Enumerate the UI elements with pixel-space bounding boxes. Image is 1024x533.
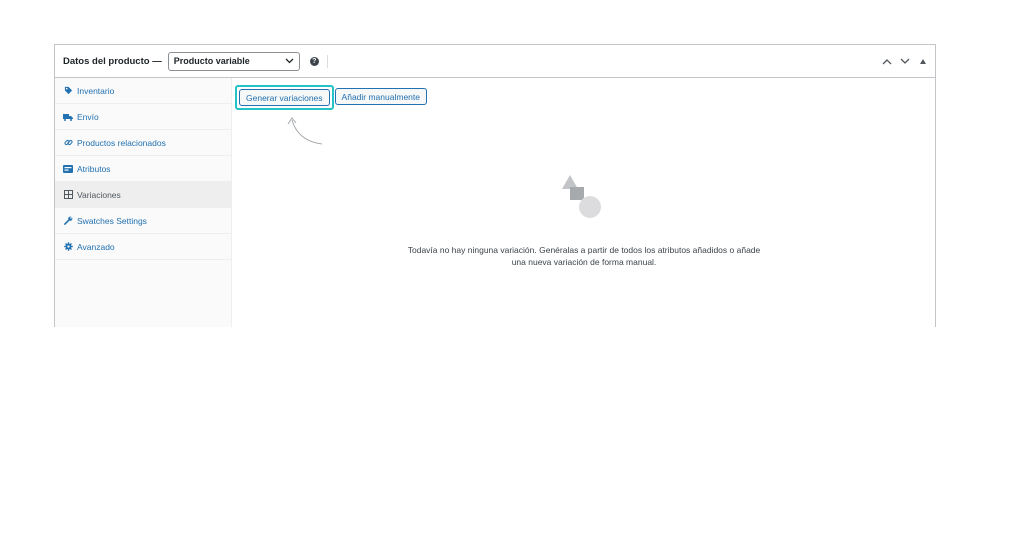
empty-variations-message: Todavía no hay ninguna variación. Genéra… [407, 245, 761, 267]
sidebar-item-label: Swatches Settings [77, 215, 147, 226]
empty-variations-illustration-icon [562, 175, 601, 218]
question-circle-icon[interactable]: ? [309, 56, 319, 66]
variations-panel: Generar variaciones Añadir manualmente T… [232, 78, 935, 327]
sidebar-item-swatches-settings[interactable]: Swatches Settings [55, 208, 231, 234]
generate-button-highlight: Generar variaciones [235, 85, 334, 110]
wrench-icon [63, 216, 73, 226]
tag-icon [63, 86, 73, 96]
sidebar-item-variaciones[interactable]: Variaciones [55, 182, 231, 208]
list-card-icon [63, 164, 73, 174]
sidebar-item-envio[interactable]: Envío [55, 104, 231, 130]
sidebar-item-label: Productos relacionados [77, 137, 166, 148]
product-data-panel: Datos del producto — Producto variable ? [54, 44, 936, 327]
header-divider [326, 54, 328, 68]
product-data-tabs: Inventario Envío Productos relacionados … [55, 78, 232, 327]
grid-icon [63, 190, 73, 200]
sidebar-item-inventario[interactable]: Inventario [55, 78, 231, 104]
add-manually-button[interactable]: Añadir manualmente [334, 88, 427, 105]
variation-actions: Generar variaciones Añadir manualmente [235, 85, 427, 113]
chevron-up-icon[interactable] [881, 56, 893, 68]
sidebar-item-label: Envío [77, 111, 99, 122]
truck-icon [63, 112, 73, 122]
sidebar-item-atributos[interactable]: Atributos [55, 156, 231, 182]
sidebar-item-label: Atributos [77, 163, 111, 174]
sidebar-item-avanzado[interactable]: Avanzado [55, 234, 231, 260]
sidebar-item-productos-relacionados[interactable]: Productos relacionados [55, 130, 231, 156]
sidebar-item-label: Variaciones [77, 189, 121, 200]
chevron-down-icon[interactable] [899, 56, 911, 68]
product-type-select[interactable]: Producto variable [167, 51, 300, 71]
panel-controls [881, 45, 929, 78]
product-type-value: Producto variable [173, 56, 250, 66]
link-icon [63, 138, 73, 148]
triangle-up-icon[interactable] [917, 56, 929, 68]
panel-title: Datos del producto — [63, 55, 162, 67]
curved-arrow-icon [287, 117, 323, 145]
panel-header: Datos del producto — Producto variable ? [55, 45, 935, 78]
chevron-down-icon [285, 56, 294, 66]
sidebar-item-label: Inventario [77, 85, 115, 96]
sidebar-item-label: Avanzado [77, 241, 115, 252]
gear-icon [63, 242, 73, 252]
generate-variations-button[interactable]: Generar variaciones [239, 89, 330, 106]
